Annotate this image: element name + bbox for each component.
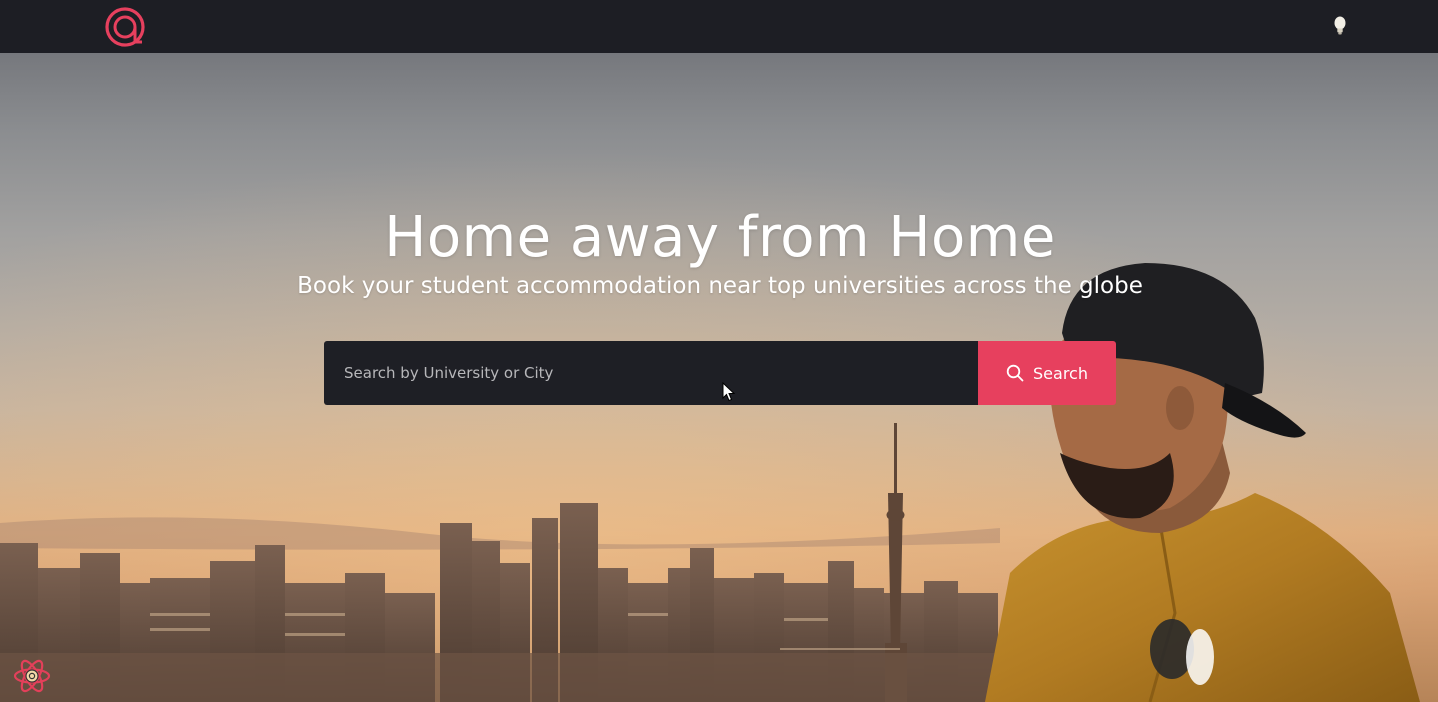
react-devtools-icon[interactable] xyxy=(12,656,52,696)
at-sign-logo-icon[interactable] xyxy=(104,6,146,48)
hero-title: Home away from Home xyxy=(384,205,1056,270)
search-button[interactable]: Search xyxy=(978,341,1116,405)
search-button-label: Search xyxy=(1033,363,1088,383)
hero-section: Home away from Home Book your student ac… xyxy=(0,53,1438,702)
top-navbar xyxy=(0,0,1438,53)
search-icon xyxy=(1006,364,1024,382)
mouse-pointer-icon xyxy=(722,382,736,402)
hero-subtitle: Book your student accommodation near top… xyxy=(297,273,1143,299)
page: Home away from Home Book your student ac… xyxy=(0,0,1438,702)
lightbulb-icon[interactable] xyxy=(1330,15,1350,37)
search-input[interactable] xyxy=(324,341,978,405)
search-bar: Search xyxy=(324,341,1116,405)
